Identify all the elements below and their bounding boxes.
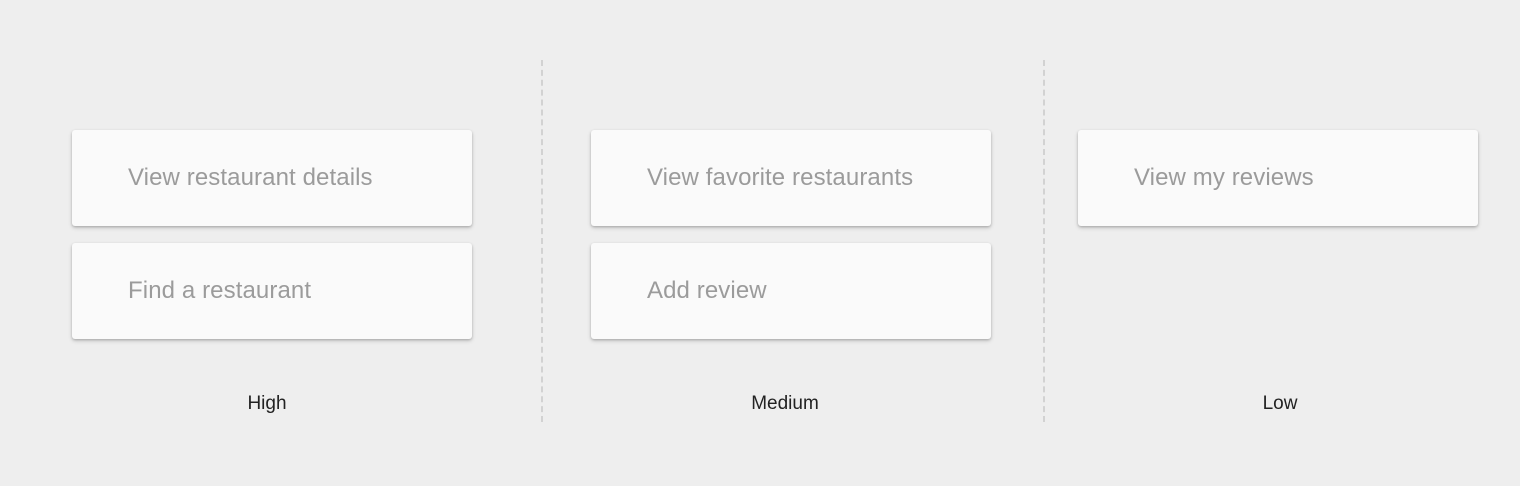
card-view-restaurant-details[interactable]: View restaurant details [72, 130, 472, 226]
card-label: View my reviews [1134, 164, 1314, 191]
priority-label-low: Low [1262, 393, 1298, 414]
card-view-favorite-restaurants[interactable]: View favorite restaurants [591, 130, 991, 226]
card-label: Add review [647, 277, 767, 304]
card-label: View favorite restaurants [647, 164, 914, 191]
card-find-a-restaurant[interactable]: Find a restaurant [72, 243, 472, 339]
priority-label-medium: Medium [751, 393, 819, 414]
priority-label-high: High [247, 393, 287, 414]
column-divider [541, 60, 543, 422]
column-divider [1043, 60, 1045, 422]
card-label: Find a restaurant [128, 277, 312, 304]
card-add-review[interactable]: Add review [591, 243, 991, 339]
card-label: View restaurant details [128, 164, 373, 191]
card-view-my-reviews[interactable]: View my reviews [1078, 130, 1478, 226]
